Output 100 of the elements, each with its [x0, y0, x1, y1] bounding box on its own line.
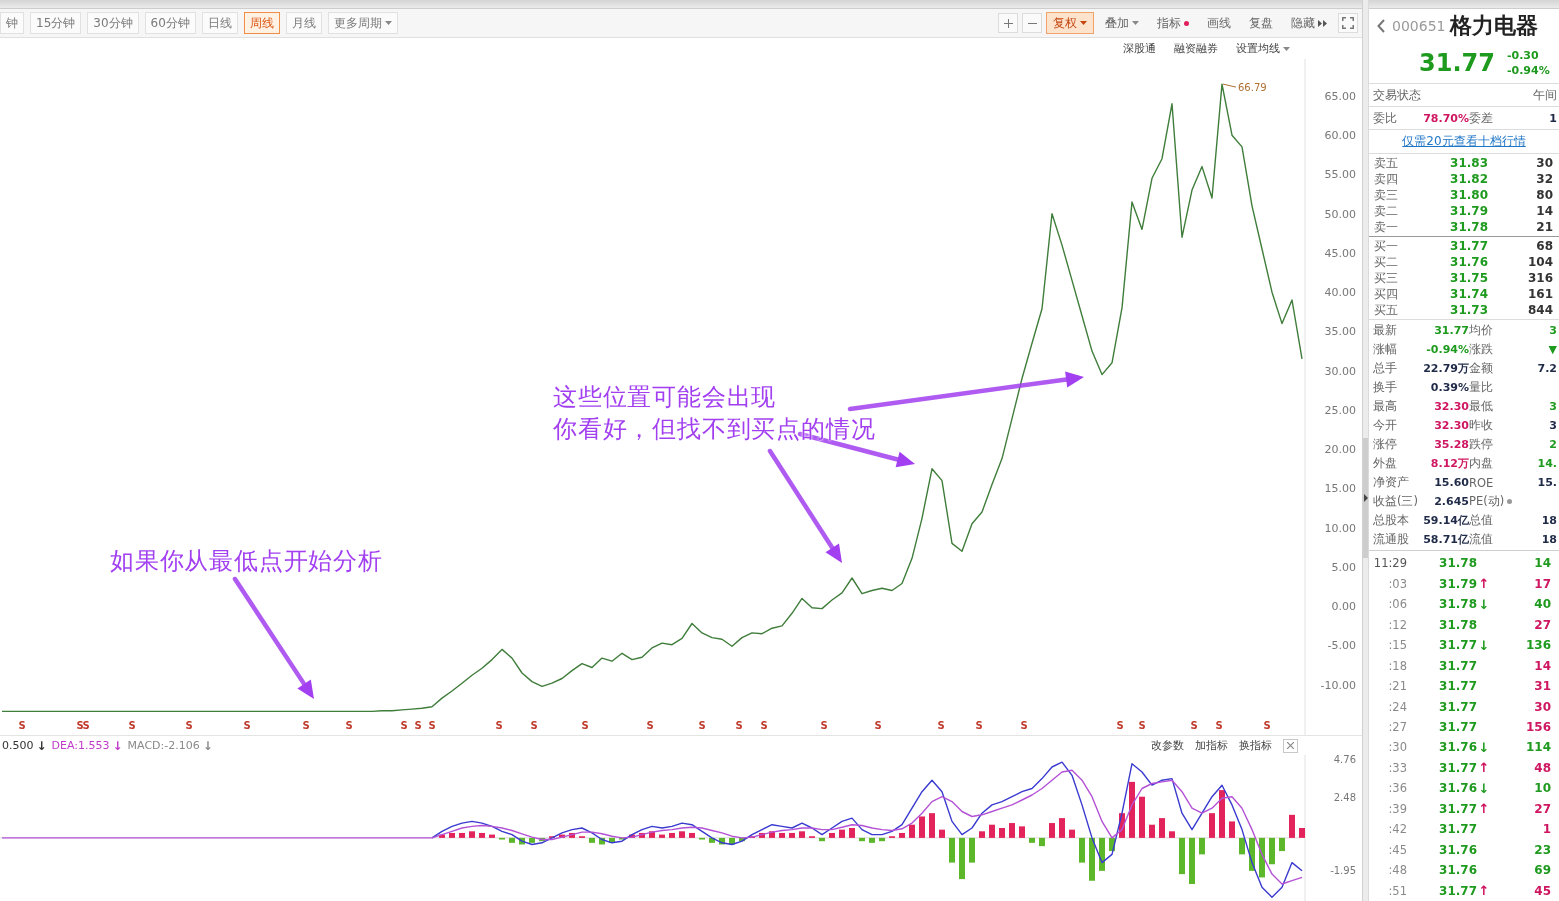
trade-volume: 45	[1533, 883, 1551, 898]
field-value: 15.60	[1433, 476, 1469, 489]
field-value: 午间	[1533, 87, 1557, 103]
trade-volume: 17	[1533, 576, 1551, 591]
event-marker: S	[302, 720, 310, 731]
trade-time: :21	[1387, 679, 1407, 694]
event-marker: S	[128, 720, 136, 731]
order-price: 31.82	[1449, 172, 1488, 186]
trend-arrow: ↑	[1477, 760, 1491, 776]
field-label: 委差	[1469, 110, 1494, 126]
trade-volume: 10	[1533, 781, 1551, 796]
field-value: 0.39%	[1429, 381, 1469, 394]
order-level-label: 买一	[1374, 238, 1399, 254]
trade-time: :33	[1387, 760, 1407, 775]
event-marker: S	[581, 720, 589, 731]
trade-price: 31.76	[1438, 863, 1477, 878]
trend-arrow: ↑	[1477, 801, 1491, 817]
trade-volume: 1	[1541, 822, 1551, 837]
trade-price: 31.76	[1438, 781, 1477, 796]
event-marker: S	[18, 720, 26, 731]
order-volume: 68	[1535, 239, 1553, 253]
order-price: 31.79	[1449, 204, 1488, 218]
trade-time: :06	[1387, 597, 1407, 612]
field-label: 内盘	[1469, 456, 1494, 471]
event-marker: S	[760, 720, 768, 731]
axis-tick-label: -1.95	[1330, 865, 1356, 876]
order-level-label: 买五	[1374, 302, 1399, 318]
trade-time: :39	[1387, 801, 1407, 816]
field-label: 昨收	[1469, 418, 1494, 433]
trade-price: 31.78	[1438, 597, 1477, 612]
percent-change: -0.94%	[1506, 63, 1550, 78]
order-level-label: 卖四	[1374, 171, 1399, 187]
trade-time: :42	[1387, 822, 1407, 837]
field-value: 8.12万	[1429, 456, 1469, 471]
event-marker: S	[698, 720, 706, 731]
stock-name: 格力电器	[1450, 12, 1539, 40]
field-label: 金额	[1469, 361, 1494, 376]
trade-price: 31.77	[1438, 658, 1477, 673]
field-label: 委比	[1373, 110, 1398, 126]
trade-volume: 114	[1524, 740, 1551, 755]
field-value: 2	[1548, 438, 1557, 451]
field-label: 今开	[1373, 418, 1398, 433]
field-value: 32.30	[1433, 419, 1469, 432]
order-level-label: 买四	[1374, 286, 1399, 302]
field-value: 31.77	[1433, 324, 1469, 337]
indicator-reading: DEA:1.553	[51, 739, 110, 752]
field-label: ROE	[1469, 475, 1495, 490]
field-value: 1	[1548, 111, 1557, 125]
order-price: 31.80	[1449, 188, 1488, 202]
field-label: 涨跌	[1469, 342, 1494, 357]
field-label: 净资产	[1373, 475, 1410, 490]
order-volume: 161	[1526, 287, 1553, 301]
axis-tick-label: 2.48	[1333, 792, 1356, 803]
event-marker: S	[937, 720, 945, 731]
axis-tick-label: 40.00	[1324, 286, 1356, 300]
field-value: 3	[1548, 324, 1557, 337]
event-marker: S	[185, 720, 193, 731]
order-price: 31.77	[1449, 239, 1488, 253]
annotation-text: 这些位置可能会出现 你看好，但找不到买点的情况	[553, 382, 876, 445]
field-value: -0.94%	[1425, 343, 1469, 356]
order-volume: 21	[1535, 220, 1553, 234]
order-price: 31.83	[1449, 156, 1488, 170]
axis-tick-label: 15.00	[1324, 482, 1356, 496]
field-value: 78.70%	[1422, 111, 1469, 125]
indicator-reading: 0.500	[2, 739, 34, 752]
event-marker: S	[82, 720, 90, 731]
trade-price: 31.79	[1438, 576, 1477, 591]
order-price: 31.73	[1449, 303, 1488, 317]
event-marker: S	[1215, 720, 1223, 731]
trend-arrow: ↓	[112, 738, 123, 753]
order-level-label: 卖二	[1374, 203, 1399, 219]
field-value: 18	[1540, 533, 1557, 546]
axis-tick-label: 20.00	[1324, 443, 1356, 457]
axis-tick-label: 5.00	[1331, 561, 1356, 574]
field-value: 22.79万	[1422, 361, 1469, 376]
event-marker: S	[414, 720, 422, 731]
event-marker: S	[530, 720, 538, 731]
field-value: 35.28	[1433, 438, 1469, 451]
axis-tick-label: 65.00	[1324, 89, 1356, 103]
order-price: 31.76	[1449, 255, 1488, 269]
field-label: 流通股	[1373, 532, 1410, 547]
event-marker: S	[243, 720, 251, 731]
trade-price: 31.77	[1438, 760, 1477, 775]
field-label: 跌停	[1469, 437, 1494, 452]
trade-price: 31.77	[1438, 822, 1477, 837]
trade-price: 31.77	[1438, 699, 1477, 714]
trend-arrow: ↓	[1477, 739, 1491, 755]
trade-time: 11:29	[1372, 556, 1407, 571]
event-marker: S	[975, 720, 983, 731]
trade-volume: 156	[1524, 720, 1551, 734]
trade-price: 31.77	[1438, 679, 1477, 694]
event-marker: S	[1138, 720, 1146, 731]
trade-volume: 27	[1533, 617, 1551, 632]
axis-tick-label: 0.00	[1331, 600, 1356, 614]
field-value: 59.14亿	[1422, 513, 1469, 528]
axis-tick-label: 45.00	[1324, 246, 1356, 260]
trend-arrow: ↑	[1477, 576, 1491, 592]
trade-price: 31.76	[1438, 740, 1477, 755]
order-volume: 80	[1535, 188, 1553, 202]
order-price: 31.74	[1449, 287, 1488, 301]
